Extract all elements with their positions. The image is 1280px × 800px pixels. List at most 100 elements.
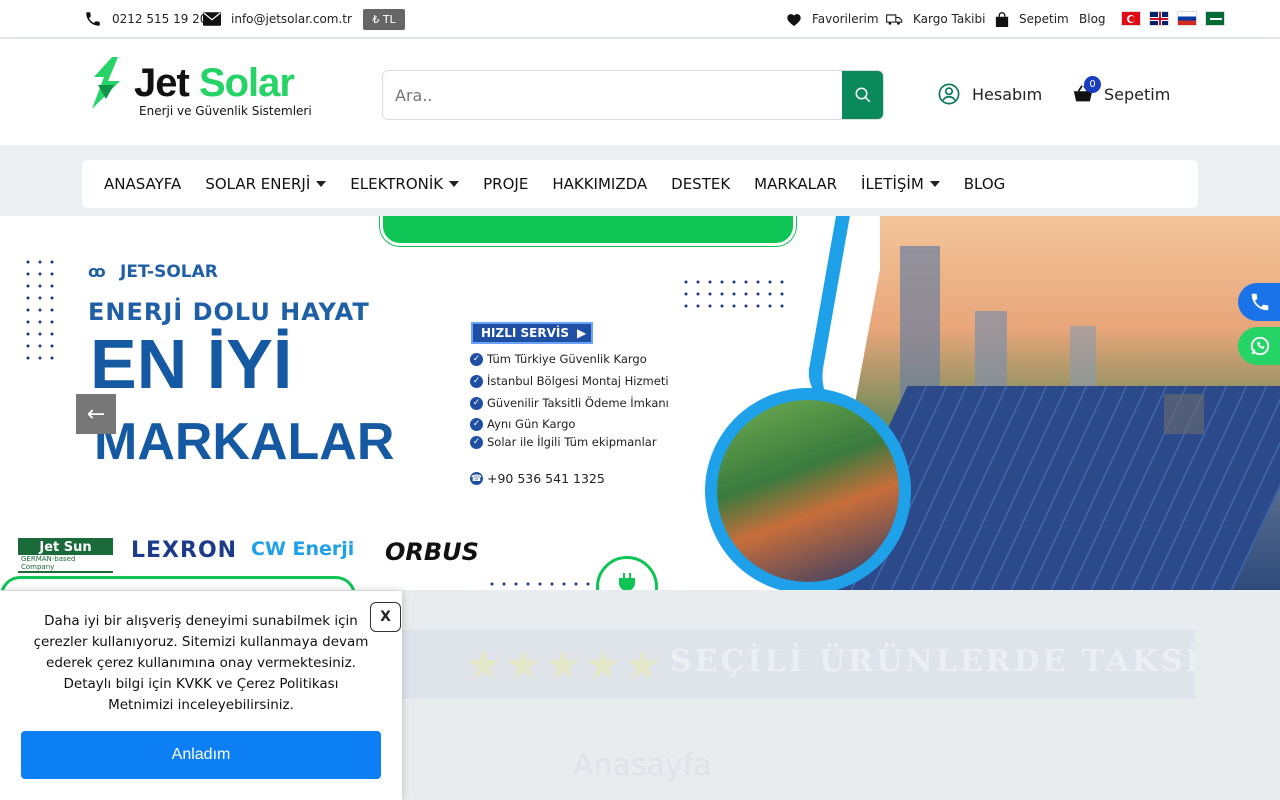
brand-logo-jetsun: Jet Sun GERMAN-based Company	[18, 538, 113, 573]
decorative-green-frame	[0, 576, 356, 590]
service-text: Aynı Gün Kargo	[487, 417, 576, 431]
service-item: ✓ Aynı Gün Kargo	[470, 417, 575, 431]
phone-icon	[86, 12, 100, 26]
service-item: ✓ Güvenilir Taksitli Ödeme İmkanı	[470, 396, 669, 410]
search-input[interactable]	[383, 71, 843, 119]
email-link[interactable]: info@jetsolar.com.tr	[203, 0, 352, 38]
phone-link[interactable]: 0212 515 19 20	[84, 0, 207, 38]
phone-icon: ☎	[470, 472, 483, 485]
service-item: ✓ Solar ile İlgili Tüm ekipmanlar	[470, 435, 657, 449]
service-text: Güvenilir Taksitli Ödeme İmkanı	[487, 396, 669, 410]
brand-mark-icon: ꝏ	[88, 262, 106, 281]
blog-link[interactable]: Blog	[1079, 0, 1106, 38]
phone-text: 0212 515 19 20	[112, 12, 208, 26]
favorites-link[interactable]: Favorilerim	[786, 0, 879, 38]
envelope-icon	[203, 12, 221, 26]
check-icon: ✓	[470, 435, 483, 449]
lightning-logo-icon	[92, 57, 120, 109]
account-link[interactable]: Hesabım	[938, 83, 1042, 105]
nav-item-solar-enerji[interactable]: SOLAR ENERJİ	[205, 175, 327, 193]
check-icon: ✓	[470, 374, 483, 388]
check-icon: ✓	[470, 396, 483, 410]
heart-icon	[787, 13, 801, 26]
truck-icon	[886, 13, 903, 25]
currency-selector[interactable]: ₺ TL	[363, 9, 405, 30]
service-badge: HIZLI SERVİS ▶	[471, 322, 593, 344]
top-cart-link[interactable]: Sepetim	[995, 0, 1069, 38]
floating-call-button[interactable]	[1238, 283, 1280, 321]
logo-title-solar: Solar	[198, 61, 295, 105]
brand-logo-orbus: ORBUS	[385, 538, 479, 566]
hero-phone: ☎ +90 536 541 1325	[470, 471, 605, 486]
nav-item-anasayfa[interactable]: ANASAYFA	[104, 175, 181, 193]
check-icon: ✓	[470, 417, 483, 431]
account-label: Hesabım	[972, 84, 1043, 104]
nav-label: ELEKTRONİK	[350, 175, 444, 193]
plug-icon	[619, 573, 635, 590]
cookie-accept-button[interactable]: Anladım	[21, 731, 381, 779]
decorative-green-bar	[380, 216, 796, 246]
dot-pattern	[486, 578, 596, 590]
cookie-close-button[interactable]: X	[370, 602, 401, 632]
dot-pattern	[680, 276, 790, 308]
nav-item-hakkimizda[interactable]: HAKKIMIZDA	[552, 175, 647, 193]
phone-icon	[1251, 293, 1269, 311]
caret-down-icon	[316, 181, 327, 187]
service-item: ✓ Tüm Türkiye Güvenlik Kargo	[470, 352, 647, 366]
nav-item-blog[interactable]: BLOG	[964, 175, 1006, 193]
nav-item-proje[interactable]: PROJE	[483, 175, 528, 193]
promo-banner[interactable]: ★★★★★ SEÇİLİ ÜRÜNLERDE TAKSİT	[325, 630, 1195, 699]
nav-item-iletisim[interactable]: İLETİŞİM	[861, 175, 940, 193]
brand-logo-lexron: LEXRON	[131, 538, 238, 563]
stars-decoration-icon: ★★★★★	[465, 640, 664, 689]
nav-item-destek[interactable]: DESTEK	[671, 175, 730, 193]
arrow-left-icon: ←	[86, 401, 106, 427]
slider-next-button[interactable]	[1164, 394, 1204, 434]
flag-tr-icon[interactable]	[1121, 11, 1141, 26]
cart-label: Sepetim	[1104, 84, 1171, 104]
top-cart-label: Sepetim	[1019, 12, 1069, 26]
hero-headline-2: EN İYİ	[90, 325, 293, 403]
blog-label: Blog	[1079, 12, 1106, 26]
worker-photo-circle	[705, 388, 911, 590]
site-header: Jet Solar Enerji ve Güvenlik Sistemleri …	[0, 39, 1280, 145]
service-item: ✓ İstanbul Bölgesi Montaj Hizmeti	[470, 374, 669, 388]
site-logo[interactable]: Jet Solar Enerji ve Güvenlik Sistemleri	[88, 57, 328, 129]
logo-title-jet: Jet	[134, 61, 190, 105]
nav-label: DESTEK	[671, 175, 731, 193]
cargo-tracking-label: Kargo Takibi	[913, 12, 986, 26]
promo-text: SEÇİLİ ÜRÜNLERDE TAKSİT	[670, 644, 1195, 679]
caret-down-icon	[929, 181, 940, 187]
service-text: İstanbul Bölgesi Montaj Hizmeti	[487, 374, 669, 388]
cargo-tracking-link[interactable]: Kargo Takibi	[886, 0, 985, 38]
user-circle-icon	[938, 83, 960, 105]
floating-whatsapp-button[interactable]	[1238, 327, 1280, 365]
hero-headline-3: MARKALAR	[94, 413, 395, 471]
whatsapp-icon	[1250, 336, 1270, 356]
service-badge-text: HIZLI SERVİS	[481, 326, 569, 340]
hero-slider: ꝏ JET-SOLAR ENERJİ DOLU HAYAT EN İYİ MARK…	[0, 216, 1280, 590]
flag-sa-icon[interactable]	[1205, 11, 1225, 26]
page-title: Anasayfa	[573, 748, 712, 783]
slider-prev-button[interactable]: ←	[76, 394, 116, 434]
nav-label: BLOG	[963, 175, 1006, 193]
search-button[interactable]	[842, 71, 883, 119]
service-text: Solar ile İlgili Tüm ekipmanlar	[487, 435, 657, 449]
search-bar	[382, 70, 884, 120]
hero-brand-text: JET-SOLAR	[120, 262, 218, 282]
shopping-bag-icon	[995, 11, 1009, 27]
check-icon: ✓	[470, 352, 483, 366]
brand-logo-cw-enerji: CW Enerji	[251, 538, 355, 560]
play-arrow-icon: ▶	[576, 326, 587, 340]
nav-item-elektronik[interactable]: ELEKTRONİK	[350, 175, 460, 193]
flag-en-icon[interactable]	[1149, 11, 1169, 26]
cart-link[interactable]: 0 Sepetim	[1072, 76, 1171, 105]
email-text: info@jetsolar.com.tr	[231, 12, 352, 26]
hero-brand: ꝏ JET-SOLAR	[88, 262, 218, 282]
nav-label: MARKALAR	[754, 175, 838, 193]
top-bar: 0212 515 19 20 info@jetsolar.com.tr ₺ TL…	[0, 0, 1280, 38]
flag-ru-icon[interactable]	[1177, 11, 1197, 26]
nav-label: HAKKIMIZDA	[552, 175, 648, 193]
nav-item-markalar[interactable]: MARKALAR	[754, 175, 837, 193]
nav-label: İLETİŞİM	[861, 175, 924, 193]
